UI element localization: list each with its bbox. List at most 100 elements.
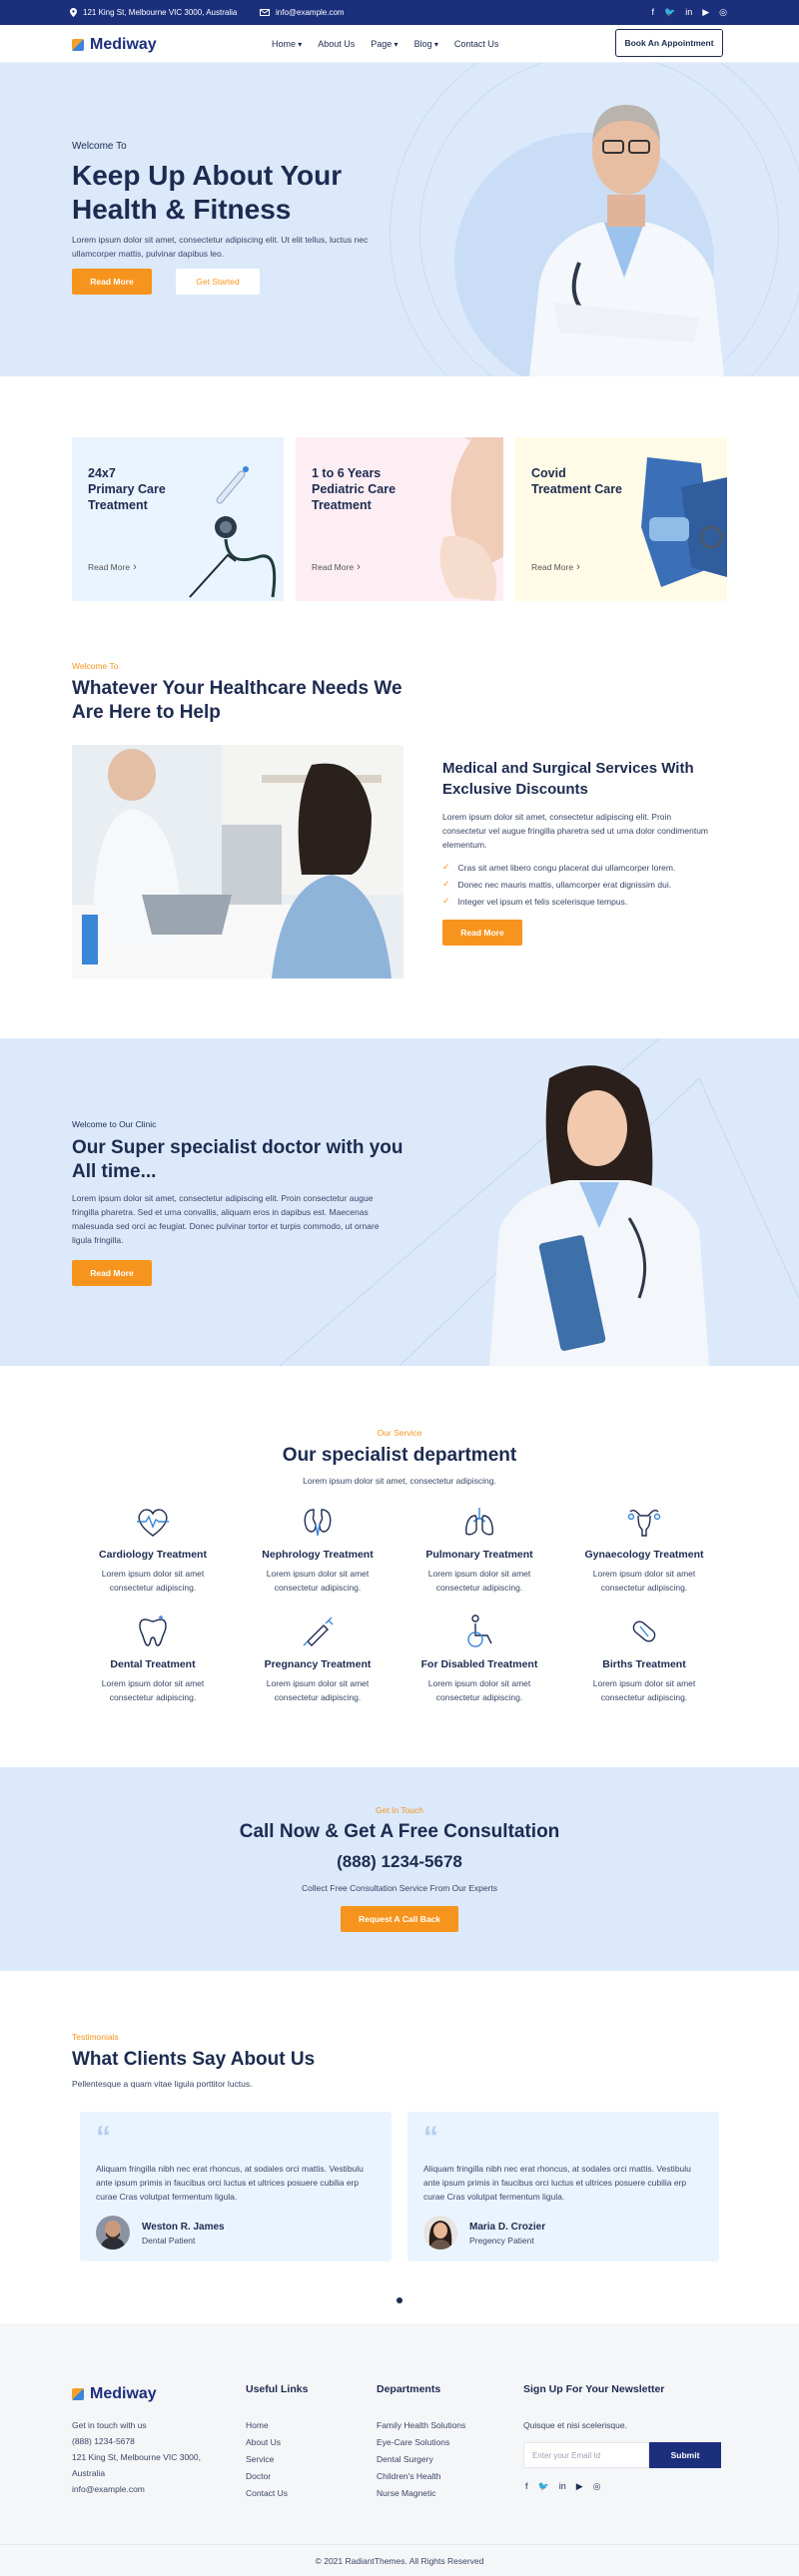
footer-dept-link[interactable]: Eye-Care Solutions [377, 2437, 449, 2447]
footer-link-about[interactable]: About Us [246, 2437, 281, 2447]
nav-blog[interactable]: Blog [414, 39, 438, 49]
twitter-icon[interactable]: 🐦 [538, 2481, 549, 2492]
nav-home[interactable]: Home [272, 39, 302, 49]
dept-desc-line2: consectetur adipiscing. [109, 1692, 197, 1702]
uterus-icon [627, 1509, 661, 1537]
footer-dept-link[interactable]: Nurse Magnetic [377, 2488, 436, 2498]
footer-newsletter-text: Quisque et nisi scelerisque. [523, 2420, 627, 2430]
service-card-title: 24x7 Primary Care Treatment [88, 465, 166, 513]
dept-desc-line2: consectetur adipiscing. [109, 1583, 197, 1593]
dept-desc-line2: consectetur adipiscing. [600, 1583, 688, 1593]
footer-link-home[interactable]: Home [246, 2420, 269, 2430]
testimonial-text: Aliquam fringilla nibh nec erat rhoncus,… [96, 2162, 378, 2204]
testimonial-text-line: Aliquam fringilla nibh nec erat rhoncus,… [423, 2164, 691, 2174]
dept-item-disabled[interactable]: For Disabled Treatment Lorem ipsum dolor… [404, 1613, 554, 1704]
quote-icon: “ [423, 2121, 438, 2154]
dept-name: Nephrology Treatment [262, 1549, 374, 1561]
testimonial-text-line: Aliquam fringilla nibh nec erat rhoncus,… [96, 2164, 364, 2174]
dept-name: Gynaecology Treatment [584, 1549, 704, 1561]
instagram-icon[interactable]: ◎ [719, 6, 727, 18]
clinic-text-line1: Lorem ipsum dolor sit amet, consectetur … [72, 1193, 374, 1203]
service-card-title-line: Treatment Care [531, 482, 623, 496]
linkedin-icon[interactable]: in [559, 2481, 566, 2492]
footer-phone[interactable]: (888) 1234-5678 [72, 2436, 135, 2446]
youtube-icon[interactable]: ▶ [702, 6, 709, 18]
nav-about[interactable]: About Us [318, 39, 355, 49]
topbar-email[interactable]: info@example.com [260, 8, 345, 17]
twitter-icon[interactable]: 🐦 [664, 6, 675, 18]
footer-link-service[interactable]: Service [246, 2454, 274, 2464]
help-read-more-button[interactable]: Read More [442, 920, 522, 946]
dept-desc-line2: consectetur adipiscing. [600, 1692, 688, 1702]
dept-item-dental[interactable]: Dental Treatment Lorem ipsum dolor sit a… [78, 1613, 228, 1704]
hero-get-started-button[interactable]: Get Started [176, 269, 260, 295]
wheelchair-icon [467, 1614, 492, 1647]
hero-title-line1: Keep Up About Your [72, 160, 343, 191]
dept-eyebrow: Our Service [377, 1428, 422, 1438]
clinic-text-line3: malesuada sed orci ac feugiat. Donec pul… [72, 1221, 380, 1231]
footer-dept-link[interactable]: Children's Health [377, 2471, 440, 2481]
footer-brand-name: Mediway [90, 2385, 157, 2402]
footer-dept-link[interactable]: Family Health Solutions [377, 2420, 465, 2430]
footer-divider [0, 2544, 799, 2545]
service-card-read-more[interactable]: Read More [531, 561, 580, 573]
facebook-icon[interactable]: f [651, 6, 654, 18]
hero-text-line1: Lorem ipsum dolor sit amet, consectetur … [72, 235, 369, 245]
service-card-read-more[interactable]: Read More [312, 561, 361, 573]
dept-name: Births Treatment [602, 1658, 686, 1670]
facebook-icon[interactable]: f [525, 2481, 528, 2492]
carousel-dot[interactable] [397, 2297, 402, 2303]
hero-read-more-button[interactable]: Read More [72, 269, 152, 295]
youtube-icon[interactable]: ▶ [576, 2481, 583, 2492]
check-icon: ✓ [442, 862, 450, 872]
help-check-text: Cras sit amet libero congu placerat dui … [457, 862, 676, 873]
consult-eyebrow: Get In Touch [375, 1805, 424, 1815]
hero-doctor-image [529, 105, 724, 376]
mail-icon [260, 9, 270, 16]
linkedin-icon[interactable]: in [685, 6, 692, 18]
testimonial-text-line: curae Cras volutpat fermentum ligula. [96, 2192, 238, 2202]
help-check-item: ✓ Cras sit amet libero congu placerat dui… [442, 862, 675, 873]
footer-email[interactable]: info@example.com [72, 2484, 145, 2494]
footer-link-doctor[interactable]: Doctor [246, 2471, 271, 2481]
dept-title: Our specialist department [282, 1445, 517, 1466]
clinic-doctor-image [489, 1065, 709, 1366]
nav-page[interactable]: Page [371, 39, 398, 49]
service-card-read-more[interactable]: Read More [88, 561, 137, 573]
footer-contact-intro: Get in touch with us [72, 2420, 147, 2430]
dept-item-births[interactable]: Births Treatment Lorem ipsum dolor sit a… [569, 1613, 719, 1704]
clinic-text-line4: ligula fringilla. [72, 1235, 124, 1245]
instagram-icon[interactable]: ◎ [593, 2481, 601, 2492]
footer-brand-logo[interactable]: Mediway [72, 2385, 157, 2403]
nav-contact[interactable]: Contact Us [454, 39, 499, 49]
dept-item-nephrology[interactable]: Nephrology Treatment Lorem ipsum dolor s… [243, 1504, 393, 1595]
footer-address-line2: Australia [72, 2468, 106, 2478]
brand-logo[interactable]: Mediway [72, 36, 157, 54]
help-text-line2: consectetur vel augue fringilla pharetra… [442, 826, 709, 836]
clinic-read-more-button[interactable]: Read More [72, 1260, 152, 1286]
service-card-title: 1 to 6 Years Pediatric Care Treatment [312, 465, 396, 513]
footer-dept-link[interactable]: Dental Surgery [377, 2454, 433, 2464]
dept-item-pulmonary[interactable]: Pulmonary Treatment Lorem ipsum dolor si… [404, 1504, 554, 1595]
dept-item-pregnancy[interactable]: Pregnancy Treatment Lorem ipsum dolor si… [243, 1613, 393, 1704]
consult-phone[interactable]: (888) 1234-5678 [0, 1852, 799, 1872]
book-appointment-button[interactable]: Book An Appointment [615, 29, 723, 57]
dept-item-gynaecology[interactable]: Gynaecology Treatment Lorem ipsum dolor … [569, 1504, 719, 1595]
footer-link-contact[interactable]: Contact Us [246, 2488, 288, 2498]
newsletter-submit-button[interactable]: Submit [649, 2442, 721, 2468]
service-card-pediatric-care[interactable]: 1 to 6 Years Pediatric Care Treatment Read… [296, 437, 503, 601]
dept-desc-line1: Lorem ipsum dolor sit amet [427, 1569, 531, 1579]
service-card-covid-care[interactable]: Covid Treatment Care Read More [515, 437, 727, 601]
pill-icon [632, 1620, 656, 1642]
dept-desc-line1: Lorem ipsum dolor sit amet [592, 1569, 696, 1579]
request-callback-button[interactable]: Request A Call Back [341, 1906, 458, 1932]
topbar-address-text: 121 King St, Melbourne VIC 3000, Austral… [83, 8, 238, 17]
dept-desc-line1: Lorem ipsum dolor sit amet [427, 1678, 531, 1688]
service-card-primary-care[interactable]: 24x7 Primary Care Treatment Read More [72, 437, 284, 601]
footer-newsletter-title: Sign Up For Your Newsletter [523, 2383, 665, 2395]
testimonials-subtitle: Pellentesque a quam vitae ligula porttit… [72, 2079, 253, 2089]
dept-item-cardiology[interactable]: Cardiology Treatment Lorem ipsum dolor s… [78, 1504, 228, 1595]
dept-name: Pulmonary Treatment [425, 1549, 533, 1561]
dept-desc-line1: Lorem ipsum dolor sit amet [266, 1569, 370, 1579]
newsletter-email-input[interactable]: Enter your Email Id [523, 2442, 649, 2468]
